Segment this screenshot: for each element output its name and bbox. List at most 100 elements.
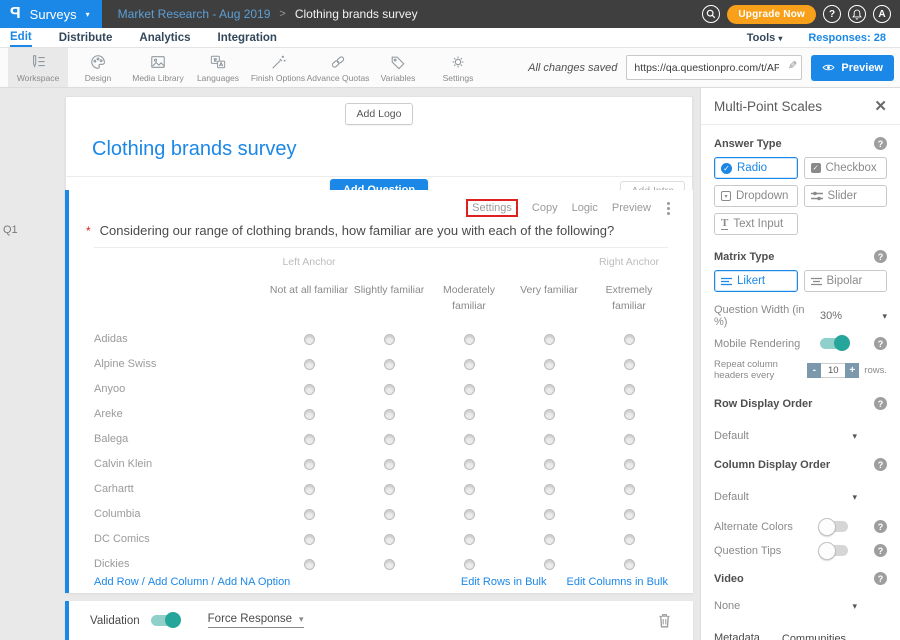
matrix-radio[interactable] [304, 434, 315, 445]
link-edit-columns-in-bulk[interactable]: Edit Columns in Bulk [567, 576, 669, 588]
matrix-radio[interactable] [304, 384, 315, 395]
help-button[interactable]: ? [823, 5, 841, 23]
matrix-radio[interactable] [384, 384, 395, 395]
matrix-row-label[interactable]: Anyoo [90, 383, 269, 395]
matrix-radio[interactable] [304, 534, 315, 545]
matrix-radio[interactable] [384, 484, 395, 495]
matrix-radio[interactable] [464, 534, 475, 545]
matrix-row-label[interactable]: Alpine Swiss [90, 358, 269, 370]
matrix-column-header[interactable]: Very familiar [509, 282, 589, 298]
link-add-na-option[interactable]: Add NA Option [218, 576, 291, 588]
chevron-down-icon[interactable]: ▾ [882, 311, 887, 322]
tab-metadata[interactable]: Metadata [714, 626, 760, 640]
question-tips-toggle[interactable] [820, 545, 848, 556]
minus-button[interactable]: - [807, 363, 821, 378]
matrix-radio[interactable] [464, 484, 475, 495]
link-add-column[interactable]: Add Column [148, 576, 209, 588]
nav-tab-analytics[interactable]: Analytics [139, 28, 190, 47]
avatar[interactable]: A [873, 5, 891, 23]
help-icon[interactable]: ? [874, 458, 887, 471]
matrix-radio[interactable] [624, 459, 635, 470]
matrix-radio[interactable] [464, 559, 475, 570]
search-icon[interactable] [702, 5, 720, 23]
matrix-column-header[interactable]: Not at all familiar [269, 282, 349, 298]
mobile-rendering-toggle[interactable] [820, 338, 848, 349]
matrix-row-label[interactable]: Columbia [90, 508, 269, 520]
matrix-radio[interactable] [624, 334, 635, 345]
matrix-radio[interactable] [464, 459, 475, 470]
matrix-row-label[interactable]: DC Comics [90, 533, 269, 545]
left-anchor-label[interactable]: Left Anchor [269, 256, 349, 268]
matrix-row-label[interactable]: Calvin Klein [90, 458, 269, 470]
matrix-radio[interactable] [544, 559, 555, 570]
matrix-radio[interactable] [384, 509, 395, 520]
matrix-radio[interactable] [544, 434, 555, 445]
matrix-radio[interactable] [304, 459, 315, 470]
row-display-order-select[interactable]: Default ▾ [701, 417, 900, 444]
matrix-radio[interactable] [544, 409, 555, 420]
tools-menu[interactable]: Tools ▾ [747, 32, 783, 44]
surveys-menu[interactable]: P Surveys ▾ [0, 0, 102, 28]
matrix-radio[interactable] [384, 409, 395, 420]
matrix-radio[interactable] [624, 509, 635, 520]
plus-button[interactable]: + [845, 363, 859, 378]
column-display-order-select[interactable]: Default ▾ [701, 478, 900, 505]
matrix-radio[interactable] [304, 359, 315, 370]
matrix-radio[interactable] [624, 534, 635, 545]
matrix-radio[interactable] [464, 409, 475, 420]
add-logo-button[interactable]: Add Logo [345, 103, 414, 125]
help-icon[interactable]: ? [874, 137, 887, 150]
matrix-row-label[interactable]: Balega [90, 433, 269, 445]
tool-languages[interactable]: Languages [188, 48, 248, 87]
answer-type-checkbox[interactable]: ✓Checkbox [804, 157, 888, 179]
close-icon[interactable]: ✕ [874, 99, 887, 114]
matrix-column-header[interactable]: Extremely familiar [589, 282, 669, 315]
matrix-radio[interactable] [384, 334, 395, 345]
matrix-radio[interactable] [464, 384, 475, 395]
matrix-column-header[interactable]: Slightly familiar [349, 282, 429, 298]
right-anchor-label[interactable]: Right Anchor [589, 256, 669, 268]
question-action-logic[interactable]: Logic [572, 202, 598, 214]
matrix-row-label[interactable]: Carhartt [90, 483, 269, 495]
video-select[interactable]: None ▾ [701, 592, 900, 614]
more-options-icon[interactable] [665, 201, 672, 216]
matrix-radio[interactable] [304, 409, 315, 420]
nav-tab-edit[interactable]: Edit [10, 28, 32, 47]
answer-type-dropdown[interactable]: ▾Dropdown [714, 185, 798, 207]
nav-tab-distribute[interactable]: Distribute [59, 28, 113, 47]
tool-advance-quotas[interactable]: Advance Quotas [308, 48, 368, 87]
preview-button[interactable]: Preview [811, 55, 894, 81]
matrix-radio[interactable] [464, 434, 475, 445]
question-action-preview[interactable]: Preview [612, 202, 651, 214]
matrix-radio[interactable] [624, 559, 635, 570]
matrix-radio[interactable] [544, 534, 555, 545]
tool-workspace[interactable]: Workspace [8, 48, 68, 87]
link-edit-rows-in-bulk[interactable]: Edit Rows in Bulk [461, 576, 547, 588]
tool-design[interactable]: Design [68, 48, 128, 87]
help-icon[interactable]: ? [874, 572, 887, 585]
matrix-radio[interactable] [544, 384, 555, 395]
matrix-radio[interactable] [384, 559, 395, 570]
question-text[interactable]: Considering our range of clothing brands… [100, 223, 615, 238]
repeat-headers-value[interactable]: 10 [821, 363, 845, 378]
breadcrumb-folder[interactable]: Market Research - Aug 2019 [118, 7, 271, 21]
matrix-radio[interactable] [304, 509, 315, 520]
survey-url-input[interactable] [626, 55, 802, 80]
answer-type-slider[interactable]: Slider [804, 185, 888, 207]
matrix-radio[interactable] [624, 484, 635, 495]
tool-finish-options[interactable]: Finish Options [248, 48, 308, 87]
question-action-settings[interactable]: Settings [466, 199, 518, 217]
nav-tab-integration[interactable]: Integration [218, 28, 277, 47]
matrix-radio[interactable] [304, 559, 315, 570]
matrix-type-bipolar[interactable]: Bipolar [804, 270, 888, 292]
matrix-row-label[interactable]: Adidas [90, 333, 269, 345]
matrix-radio[interactable] [384, 359, 395, 370]
matrix-radio[interactable] [464, 334, 475, 345]
matrix-radio[interactable] [544, 484, 555, 495]
matrix-radio[interactable] [304, 334, 315, 345]
matrix-radio[interactable] [624, 384, 635, 395]
matrix-radio[interactable] [624, 409, 635, 420]
link-add-row[interactable]: Add Row [94, 576, 139, 588]
answer-type-text-input[interactable]: TText Input [714, 213, 798, 235]
matrix-radio[interactable] [384, 534, 395, 545]
